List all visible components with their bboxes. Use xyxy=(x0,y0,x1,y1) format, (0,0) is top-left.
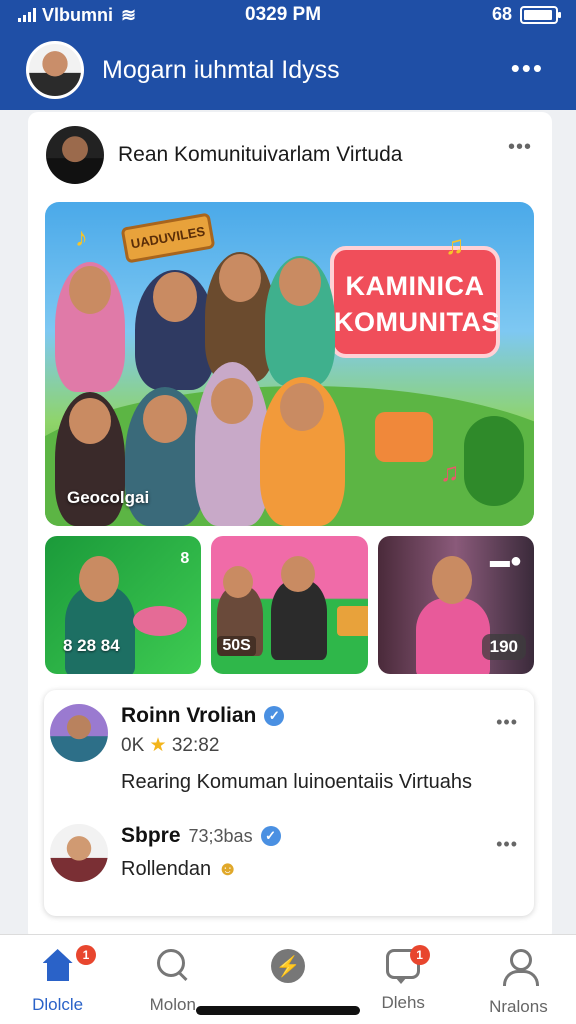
nav-label: Dlolcle xyxy=(32,995,84,1014)
person-face xyxy=(431,556,472,604)
person-figure xyxy=(271,580,328,660)
comment-meta-value: 32:82 xyxy=(171,735,220,756)
post-author-name[interactable]: Rean Komunituivarlam Virtuda xyxy=(118,143,402,167)
hero-badge-line1: KAMINICA xyxy=(345,271,485,301)
nav-item-messages[interactable]: 1 Dlehs xyxy=(346,935,461,1024)
search-icon xyxy=(156,949,189,981)
post-hero-image[interactable]: UADUVILES KAMINICA KOMUNITAS ♪ ♫ ♫ Geoco… xyxy=(45,202,534,526)
box-shape xyxy=(337,606,368,636)
comment-item[interactable]: Sbpre 73;3bas ✓ Rollendan ☻ xyxy=(50,824,281,882)
home-indicator[interactable] xyxy=(196,1006,360,1015)
home-icon xyxy=(41,949,75,981)
comment-text: Rearing Komuman luinoentaiis Virtuahs xyxy=(121,771,472,793)
comment-meta-prefix: 0K xyxy=(121,735,145,756)
status-time: 0329 PM xyxy=(245,4,322,25)
profile-avatar[interactable] xyxy=(26,41,84,99)
status-bar: Vlbumni ≋ 0329 PM 68 xyxy=(0,0,576,30)
thumbnail-row: 8 8 28 84 50S ▬● 190 xyxy=(45,536,534,674)
comment-meta: 0K ★ 32:82 xyxy=(121,734,472,757)
comment-more-icon[interactable]: ••• xyxy=(496,834,518,855)
thumbnail-1-count: 8 28 84 xyxy=(63,636,120,655)
nav-label: Dlehs xyxy=(381,993,425,1012)
post-author-avatar[interactable] xyxy=(46,126,104,184)
user-icon xyxy=(502,949,540,986)
hero-badge-line2: KOMUNITAS xyxy=(334,307,500,337)
table-shape xyxy=(133,606,187,636)
person-figure xyxy=(265,256,335,386)
emoji-icon: ☻ xyxy=(217,858,239,880)
post-more-icon[interactable]: ••• xyxy=(508,136,532,159)
commenter-name[interactable]: Sbpre xyxy=(121,824,181,848)
commenter-avatar[interactable] xyxy=(50,824,108,882)
star-icon: ★ xyxy=(149,735,167,756)
bolt-icon: ⚡ xyxy=(271,949,305,983)
person-face xyxy=(79,556,119,602)
home-notification-badge: 1 xyxy=(76,945,96,965)
thumbnail-2-count: 50S xyxy=(217,636,256,656)
post-header: Rean Komunituivarlam Virtuda xyxy=(46,126,402,184)
verified-badge-icon: ✓ xyxy=(260,826,281,846)
comment-item[interactable]: Roinn Vrolian ✓ 0K ★ 32:82 Rearing Komuma… xyxy=(50,704,472,794)
wifi-icon: ≋ xyxy=(121,4,137,25)
music-note-icon: ♫ xyxy=(440,457,460,487)
carrier-name: Vlbumni xyxy=(42,4,113,25)
music-note-icon: ♫ xyxy=(445,230,465,260)
app-header: Mogarn iuhmtal Idyss ••• xyxy=(0,30,576,110)
comment-text: Rollendan xyxy=(121,858,212,880)
commenter-avatar[interactable] xyxy=(50,704,108,762)
person-figure xyxy=(55,262,125,392)
commenter-name[interactable]: Roinn Vrolian xyxy=(121,704,256,728)
person-figure xyxy=(415,598,490,674)
thumbnail-1[interactable]: 8 8 28 84 xyxy=(45,536,202,674)
post-card: Rean Komunituivarlam Virtuda ••• UADUVIL… xyxy=(28,112,552,942)
nav-label: Molon xyxy=(149,995,196,1014)
page-title: Mogarn iuhmtal Idyss xyxy=(102,55,340,84)
nav-item-profile[interactable]: Nralons xyxy=(461,935,576,1024)
nav-label: Nralons xyxy=(489,997,548,1016)
thumbnail-1-tag: 8 xyxy=(180,550,190,567)
cellular-signal-icon xyxy=(18,8,36,22)
person-figure xyxy=(195,362,270,526)
thumbnail-3[interactable]: ▬● 190 xyxy=(377,536,534,674)
community-group-photo xyxy=(55,242,345,526)
comment-meta: 73;3bas xyxy=(188,825,253,846)
tree-shape xyxy=(464,416,524,506)
hero-caption: Geocolgai xyxy=(67,488,150,507)
nav-item-home[interactable]: 1 Dlolcle xyxy=(0,935,115,1024)
messages-notification-badge: 1 xyxy=(409,945,430,965)
person-figure xyxy=(260,377,345,526)
verified-badge-icon: ✓ xyxy=(264,706,285,726)
comment-more-icon[interactable]: ••• xyxy=(496,712,518,733)
thumbnail-3-count: 190 xyxy=(481,634,526,660)
thumbnail-2[interactable]: 50S xyxy=(211,536,368,674)
chat-bubble-icon xyxy=(375,412,433,462)
hero-badge: KAMINICA KOMUNITAS xyxy=(330,246,500,358)
person-figure xyxy=(135,270,215,390)
battery-icon xyxy=(520,5,561,24)
more-options-icon[interactable]: ••• xyxy=(511,55,544,81)
camera-icon: ▬● xyxy=(489,550,522,572)
battery-percent: 68 xyxy=(491,4,512,24)
comments-box: Roinn Vrolian ✓ 0K ★ 32:82 Rearing Komuma… xyxy=(44,690,534,916)
